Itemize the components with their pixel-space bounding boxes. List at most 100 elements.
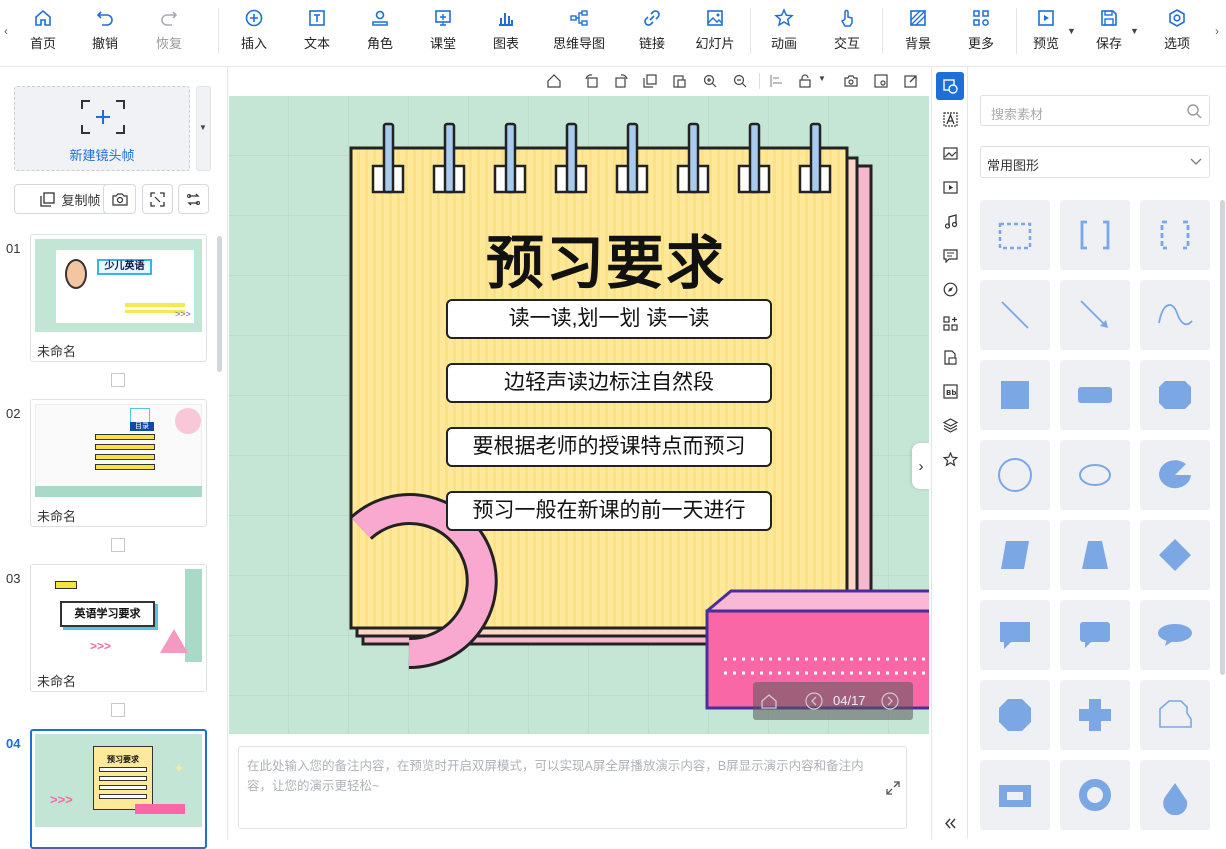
transition-marker-icon[interactable] (111, 373, 125, 387)
scroll-left-icon[interactable]: ‹ (4, 24, 8, 38)
favorites-tab[interactable] (936, 445, 964, 473)
toolbar-redo-button[interactable]: 恢复 (139, 8, 199, 58)
copy-icon[interactable] (643, 74, 657, 88)
shape-square[interactable] (980, 360, 1050, 430)
toolbar-chart-button[interactable]: 图表 (476, 8, 536, 58)
slides-scrollbar[interactable] (217, 236, 222, 372)
screenshot-button[interactable] (103, 184, 136, 214)
transition-marker-icon[interactable] (111, 538, 125, 552)
formula-tab[interactable]: Bb (936, 377, 964, 405)
compass-tab[interactable] (936, 275, 964, 303)
shape-circle[interactable] (980, 440, 1050, 510)
search-icon[interactable] (1187, 104, 1202, 119)
toolbar-more-button[interactable]: 更多 (951, 8, 1011, 58)
shape-teardrop[interactable] (1140, 760, 1210, 830)
preview-dropdown-icon[interactable]: ▼ (1067, 26, 1076, 36)
shapes-tab[interactable] (936, 72, 964, 100)
material-search-input[interactable]: 搜索素材 (980, 95, 1210, 126)
shape-dashed-brackets[interactable] (1140, 200, 1210, 270)
requirement-box-3[interactable]: 要根据老师的授课特点而预习 (446, 427, 772, 467)
toolbar-undo-button[interactable]: 撤销 (75, 8, 135, 58)
slide-thumbnail-3[interactable]: 英语学习要求 >>> 未命名 (30, 564, 207, 692)
paste-icon[interactable] (672, 74, 686, 88)
collapse-right-panel-button[interactable]: › (912, 443, 930, 489)
document-tab[interactable] (936, 343, 964, 371)
requirement-box-4[interactable]: 预习一般在新课的前一天进行 (446, 491, 772, 531)
shape-dashed-rect[interactable] (980, 200, 1050, 270)
shape-pie[interactable] (1140, 440, 1210, 510)
shape-brackets[interactable] (1060, 200, 1130, 270)
expand-notes-icon[interactable] (886, 781, 900, 795)
lock-dropdown-icon[interactable]: ▼ (818, 74, 826, 83)
widgets-tab[interactable] (936, 309, 964, 337)
save-dropdown-icon[interactable]: ▼ (1130, 26, 1139, 36)
shape-arrow[interactable] (1060, 280, 1130, 350)
collapse-panel-button[interactable] (936, 809, 964, 837)
toolbar-link-label: 链接 (638, 36, 665, 51)
frame-fit-button[interactable] (142, 184, 173, 214)
shape-parallelogram[interactable] (980, 520, 1050, 590)
toolbar-interact-button[interactable]: 交互 (817, 8, 877, 58)
rotate-left-icon[interactable] (585, 74, 599, 88)
shape-callout-rounded[interactable] (1060, 600, 1130, 670)
zoom-out-icon[interactable] (733, 74, 747, 88)
toolbar-insert-button[interactable]: 插入 (224, 8, 284, 58)
shape-curve[interactable] (1140, 280, 1210, 350)
toolbar-role-button[interactable]: 角色 (350, 8, 410, 58)
requirement-box-2[interactable]: 边轻声读边标注自然段 (446, 363, 772, 403)
transition-marker-icon[interactable] (111, 703, 125, 717)
shape-ellipse[interactable] (1060, 440, 1130, 510)
music-tab[interactable] (936, 207, 964, 235)
layers-tab[interactable] (936, 411, 964, 439)
category-select[interactable]: 常用图形 (980, 146, 1210, 178)
next-page-icon[interactable] (881, 692, 899, 710)
shape-ring[interactable] (1060, 760, 1130, 830)
zoom-in-icon[interactable] (703, 74, 717, 88)
toolbar-options-button[interactable]: 选项 (1147, 8, 1207, 58)
shape-frame[interactable] (980, 760, 1050, 830)
slide-canvas[interactable]: 预习要求 读一读,划一划 读一读 边轻声读边标注自然段 要根据老师的授课特点而预… (229, 96, 929, 734)
notes-input[interactable]: 在此处输入您的备注内容，在预览时开启双屏模式，可以实现A屏全屏播放演示内容，B屏… (238, 746, 907, 829)
shape-octagon[interactable] (980, 680, 1050, 750)
scroll-right-icon[interactable]: › (1215, 24, 1219, 38)
slide-thumbnail-1[interactable]: 少儿英语 >>> 未命名 (30, 234, 207, 362)
slide-thumbnail-4[interactable]: 预习要求 >>> ✦ (30, 729, 207, 849)
shape-plus[interactable] (1060, 680, 1130, 750)
edit-icon[interactable] (904, 74, 918, 88)
settings-frame-icon[interactable] (874, 74, 888, 88)
shape-callout-oval[interactable] (1140, 600, 1210, 670)
camera-icon[interactable] (844, 74, 858, 88)
text-style-tab[interactable] (936, 105, 964, 133)
toolbar-home-button[interactable]: 首页 (13, 8, 73, 58)
swap-frame-button[interactable] (178, 184, 209, 214)
shape-line[interactable] (980, 280, 1050, 350)
comment-tab[interactable] (936, 241, 964, 269)
shape-rounded-rect[interactable] (1060, 360, 1130, 430)
shape-callout-rect[interactable] (980, 600, 1050, 670)
toolbar-link-button[interactable]: 链接 (622, 8, 682, 58)
lock-icon[interactable] (798, 74, 812, 88)
shape-diamond[interactable] (1140, 520, 1210, 590)
toolbar-mindmap-button[interactable]: 思维导图 (549, 8, 609, 58)
requirement-box-1[interactable]: 读一读,划一划 读一读 (446, 299, 772, 339)
toolbar-background-button[interactable]: 背景 (888, 8, 948, 58)
toolbar-animation-button[interactable]: 动画 (754, 8, 814, 58)
video-tab[interactable] (936, 173, 964, 201)
toolbar-text-button[interactable]: 文本 (287, 8, 347, 58)
shape-octagon-rect[interactable] (1140, 360, 1210, 430)
home-icon[interactable] (761, 694, 777, 709)
shape-trapezoid[interactable] (1060, 520, 1130, 590)
slide-thumbnail-2[interactable]: 目录 未命名 (30, 399, 207, 527)
slide-title[interactable]: 预习要求 (351, 216, 861, 300)
rotate-right-icon[interactable] (614, 74, 628, 88)
shape-folded-corner[interactable] (1140, 680, 1210, 750)
panel-scrollbar[interactable] (1220, 200, 1225, 675)
prev-page-icon[interactable] (805, 692, 823, 710)
new-frame-button[interactable]: 新建镜头帧 (14, 86, 190, 171)
toolbar-classroom-button[interactable]: 课堂 (413, 8, 473, 58)
toolbar-slide-button[interactable]: 幻灯片 (685, 8, 745, 58)
align-icon[interactable] (769, 74, 783, 88)
image-tab[interactable] (936, 139, 964, 167)
home-view-icon[interactable] (547, 74, 561, 88)
new-frame-dropdown[interactable]: ▼ (196, 86, 211, 171)
